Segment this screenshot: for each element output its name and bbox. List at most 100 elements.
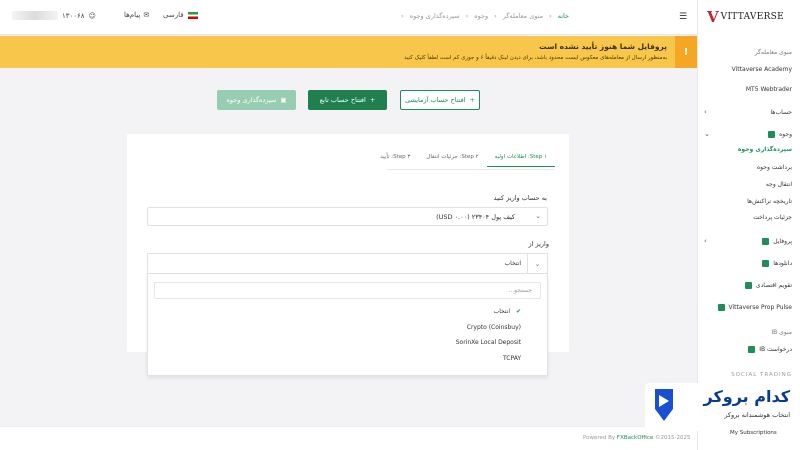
chevron-down-icon[interactable]: ⌄ [704, 130, 710, 138]
dropdown-option-tcpay[interactable]: TCPAY [503, 355, 521, 362]
sidebar-item-label: Vittaverse Prop Pulse [728, 304, 793, 311]
dropdown-option-select[interactable]: ✔ انتخاب [494, 308, 521, 315]
card-icon: ▣ [280, 96, 287, 104]
sidebar-section-social-trading: SOCIAL TRADING [731, 372, 792, 378]
sidebar-sub-transfer[interactable]: انتقال وجه [766, 181, 792, 188]
powered-by-label: Powered By [583, 435, 616, 441]
iran-flag-icon [187, 11, 198, 19]
check-icon: ✔ [515, 308, 521, 315]
breadcrumb-deposit: سپرده‌گذاری وجوه [409, 12, 460, 20]
sidebar-item-prop-pulse[interactable]: Vittaverse Prop Pulse [717, 304, 793, 311]
sidebar-item-funds[interactable]: وجوه [768, 131, 792, 138]
sidebar-sub-deposit[interactable]: سپرده‌گذاری وجوه [738, 146, 792, 153]
footer: Powered By FXBackOffice ©2015-2025 [0, 426, 697, 450]
sidebar-item-subscriptions[interactable]: My Subscriptions [730, 430, 777, 436]
calendar-icon [744, 282, 752, 289]
sidebar-item-calendar[interactable]: تقویم اقتصادی [744, 282, 792, 289]
open-demo-account-button[interactable]: + افتتاح حساب آزمایشی [400, 90, 480, 110]
breadcrumb-trader-menu[interactable]: منوی معامله‌گر [503, 12, 543, 20]
sidebar-sub-history[interactable]: تاریخچه تراکنش‌ها [747, 198, 792, 205]
top-header: ۱۳۰۰۶۸ ☺ پیام‌ها ✉ فارسی خانه ‹ منوی معا… [0, 0, 697, 35]
sidebar-item-ib-request[interactable]: درخواست IB [748, 346, 792, 353]
sidebar-item-mt5[interactable]: MT5 Webtrader [746, 86, 792, 93]
sidebar-section-ib-menu: منوی IB [771, 329, 792, 336]
breadcrumb-home[interactable]: خانه [558, 12, 569, 20]
warning-subtitle: به‌منظور ارسال از معامله‌های معکوس ایست … [404, 55, 667, 61]
sidebar-sub-payment-details[interactable]: جزئیات پرداخت [753, 214, 792, 221]
user-icon [762, 238, 770, 245]
kodambroker-logo-icon [655, 389, 673, 421]
tab-step-2[interactable]: Step ۲: جزئیات انتقال [418, 150, 486, 167]
demo-button-label: افتتاح حساب آزمایشی [405, 96, 466, 104]
sidebar-item-accounts[interactable]: حساب‌ها [770, 109, 792, 116]
tab-step-1[interactable]: Step ۱: اطلاعات اولیه [486, 150, 555, 167]
logo[interactable]: V VITTAVERSE [707, 8, 784, 26]
chevron-left-icon[interactable]: ‹ [704, 237, 707, 245]
powered-by-brand[interactable]: FXBackOffice [617, 435, 653, 441]
user-name-blurred [12, 11, 58, 20]
chevron-down-icon: ⌄ [535, 212, 541, 220]
powered-by: Powered By FXBackOffice ©2015-2025 [583, 435, 691, 441]
messages-link[interactable]: پیام‌ها ✉ [124, 11, 149, 19]
sidebar-item-label: وجوه [779, 131, 792, 138]
envelope-icon: ✉ [143, 11, 150, 19]
deposit-to-label: به حساب واریز کنید [493, 194, 547, 202]
open-account-button[interactable]: + افتتاح حساب تابع [308, 90, 387, 110]
profile-warning-banner[interactable]: ! پروفایل شما هنوز تأیید نشده است به‌منظ… [0, 36, 697, 68]
dropdown-search-input[interactable]: جستجو... [154, 282, 541, 299]
user-menu[interactable]: ۱۳۰۰۶۸ ☺ [12, 11, 96, 20]
pulse-icon [717, 304, 725, 311]
hamburger-menu-icon[interactable]: ☰ [679, 12, 687, 22]
sidebar-item-label: پروفایل [773, 238, 792, 245]
breadcrumb-sep: ‹ [465, 12, 469, 20]
logo-text: VITTAVERSE [720, 12, 785, 22]
deposit-button-label: سپرده‌گذاری وجوه [226, 96, 277, 104]
messages-label: پیام‌ها [124, 11, 141, 19]
breadcrumb: خانه ‹ منوی معامله‌گر ‹ وجوه ‹ سپرده‌گذا… [401, 12, 569, 20]
open-button-label: افتتاح حساب تابع [319, 96, 366, 104]
language-label: فارسی [163, 11, 184, 19]
payment-method-select[interactable]: ⌄ انتخاب [147, 253, 548, 274]
payment-method-dropdown: جستجو... ✔ انتخاب Crypto (Coinsbuy) Sori… [147, 273, 548, 376]
plus-icon: + [469, 96, 475, 104]
breadcrumb-sep: ‹ [494, 12, 497, 20]
ib-icon [748, 346, 756, 353]
deposit-funds-button[interactable]: ▣ سپرده‌گذاری وجوه [217, 90, 296, 110]
sidebar-item-academy[interactable]: Vittaverse Academy [732, 66, 792, 73]
sidebar-item-label: تقویم اقتصادی [755, 282, 792, 289]
download-icon [762, 260, 770, 267]
dropdown-option-sorinxe[interactable]: SorinXe Local Deposit [456, 339, 521, 346]
user-icon: ☺ [88, 11, 96, 20]
watermark-subtitle: انتخاب هوشمندانه بروکر [724, 411, 790, 419]
plus-icon: + [369, 96, 376, 104]
account-select[interactable]: کیف پول ۲۳۴۰۴ (USD ۰.۰۰) ⌄ [147, 207, 548, 226]
breadcrumb-sep: ‹ [549, 12, 552, 20]
warning-title: پروفایل شما هنوز تأیید نشده است [539, 42, 667, 51]
account-select-value: کیف پول ۲۳۴۰۴ (USD ۰.۰۰) [436, 213, 515, 221]
wallet-icon [768, 131, 776, 138]
language-selector[interactable]: فارسی [163, 11, 198, 19]
logo-mark: V [707, 8, 719, 26]
payment-method-value: انتخاب [504, 260, 522, 267]
dropdown-option-crypto[interactable]: Crypto (Coinsbuy) [467, 324, 521, 331]
user-id: ۱۳۰۰۶۸ [62, 11, 85, 20]
warning-icon: ! [675, 36, 697, 68]
chevron-down-icon[interactable]: ⌄ [527, 254, 547, 274]
sidebar-item-label: دانلودها [773, 260, 792, 267]
deposit-from-label: واریز از [528, 240, 550, 248]
breadcrumb-funds[interactable]: وجوه [474, 12, 488, 20]
step-tabs: Step ۱: اطلاعات اولیه Step ۲: جزئیات انت… [372, 150, 555, 167]
tab-step-3[interactable]: Step ۳: تأیید [372, 150, 418, 167]
chevron-left-icon[interactable]: ‹ [704, 108, 707, 116]
breadcrumb-sep: ‹ [401, 12, 404, 20]
search-placeholder: جستجو... [508, 287, 532, 294]
sidebar-sub-withdraw[interactable]: برداشت وجوه [757, 164, 792, 171]
sidebar-item-downloads[interactable]: دانلودها [762, 260, 792, 267]
sidebar-item-label: درخواست IB [759, 346, 792, 353]
option-label: انتخاب [493, 308, 511, 315]
sidebar-item-label: حساب‌ها [770, 109, 792, 116]
watermark-title: کدام بروکر [703, 387, 791, 406]
tabs-divider [387, 169, 555, 170]
sidebar-section-trader-menu: منوی معامله‌گر [754, 49, 792, 56]
sidebar-item-profile[interactable]: پروفایل [762, 238, 792, 245]
